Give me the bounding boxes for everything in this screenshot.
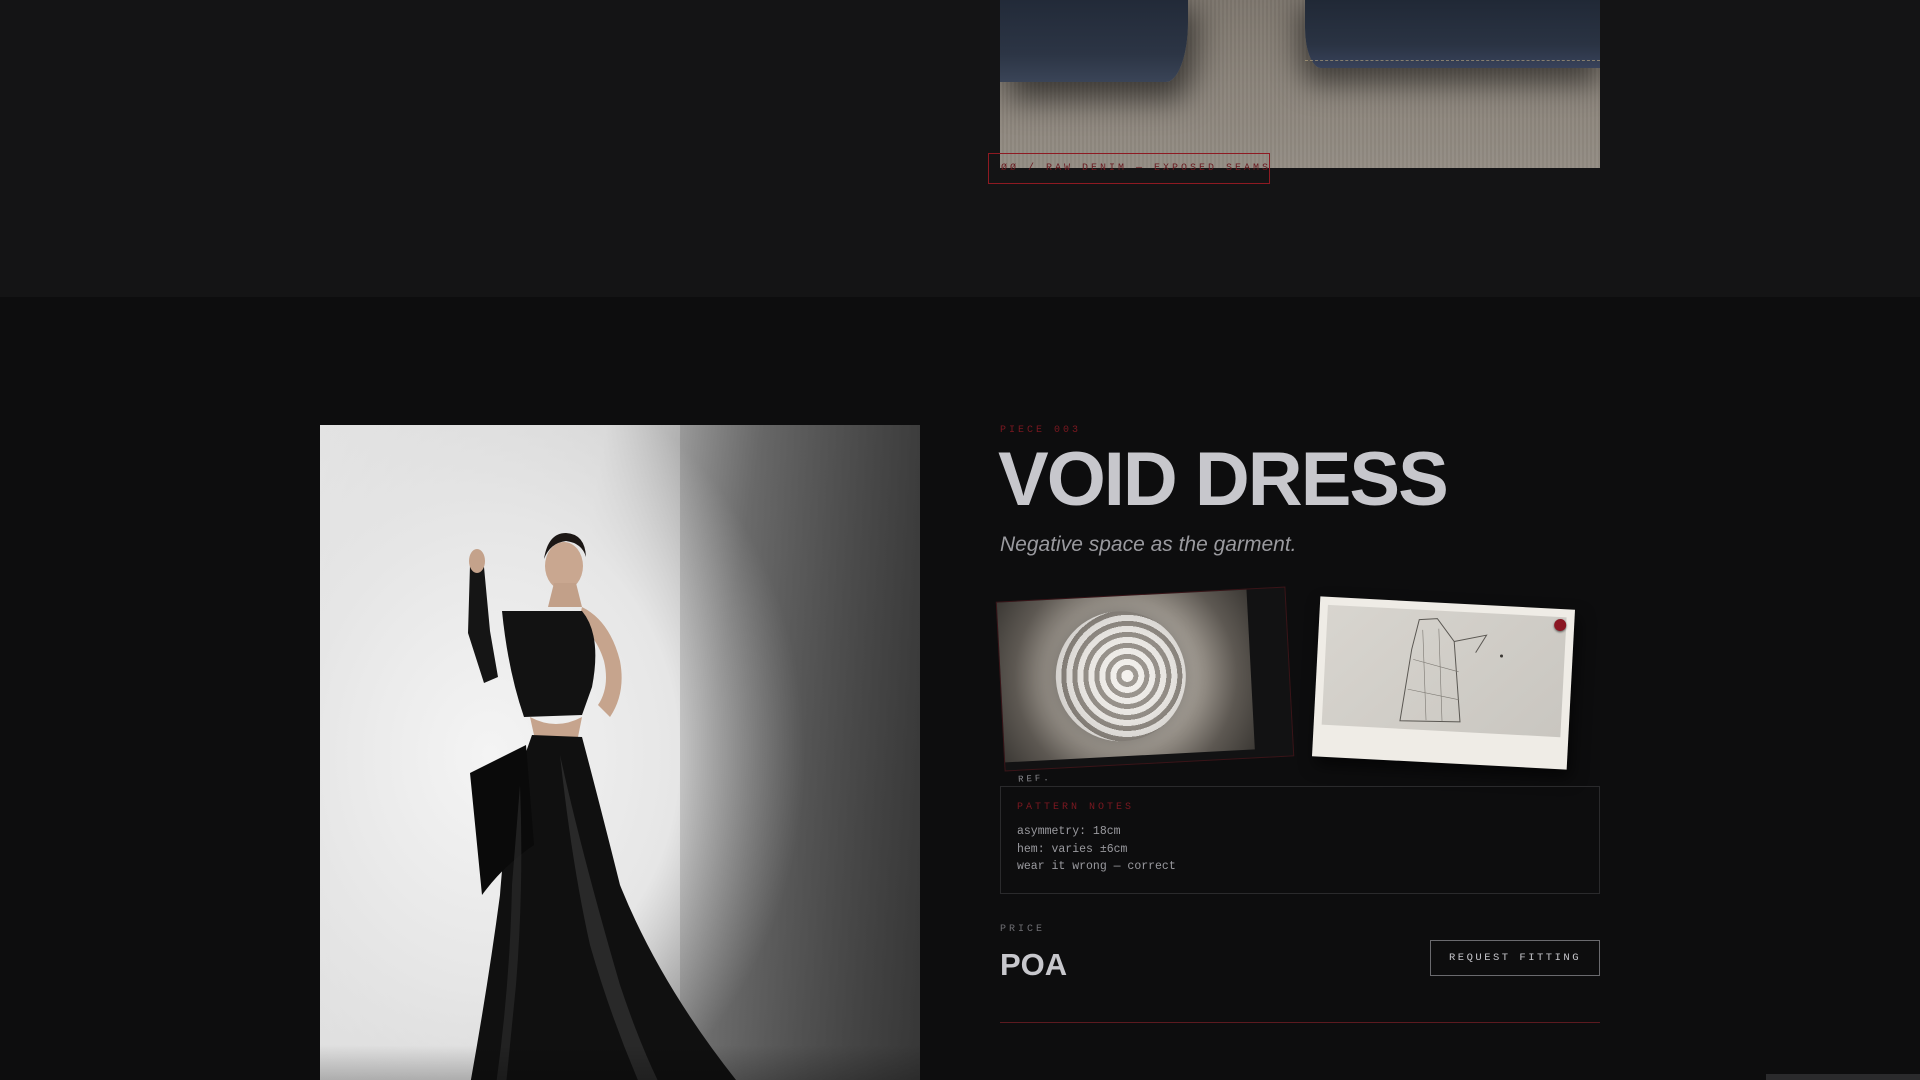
denim-seams-image [1000,0,1600,168]
pattern-note-line: asymmetry: 18cm [1017,825,1121,838]
request-fitting-button[interactable]: REQUEST FITTING [1430,940,1600,976]
pattern-notes-panel: PATTERN NOTES asymmetry: 18cm hem: varie… [1000,786,1600,894]
denim-cuff-left [1000,0,1188,82]
denim-cuff-right [1305,0,1600,68]
fabric-swirl [1052,607,1190,745]
price-value: POA [1000,947,1068,982]
previous-piece-section: ØØ / RAW DENIM — EXPOSED SEAMS [0,0,1920,297]
design-sketch-card [1311,596,1576,770]
piece-tagline: Negative space as the garment. [1000,533,1297,556]
previous-piece-caption: ØØ / RAW DENIM — EXPOSED SEAMS [988,153,1270,184]
denim-stitching [1305,60,1600,61]
piece-title: VOID DRESS [998,437,1449,522]
pattern-note-line: hem: varies ±6cm [1017,842,1128,856]
reference-label: REF. [1017,773,1052,785]
pattern-note-line: wear it wrong — correct [1017,860,1176,873]
sketch-drawing [1399,618,1503,723]
piece-section: PIECE 003 VOID DRESS Negative space as t… [0,297,1920,1080]
floor-shadow [320,1045,920,1080]
pattern-notes-title: PATTERN NOTES [1017,802,1135,813]
reference-fabric-card: REF. [995,586,1295,785]
page: ØØ / RAW DENIM — EXPOSED SEAMS PIECE 003… [0,0,1920,1080]
model-figure [468,533,737,1080]
fabric-swirl-image [996,589,1255,763]
next-piece-thumbnail-edge [1766,1074,1920,1080]
price-label: PRICE [1000,924,1046,935]
section-divider [1000,1022,1600,1023]
void-dress-hero-image [320,425,920,1080]
design-sketch-image [1321,604,1567,738]
